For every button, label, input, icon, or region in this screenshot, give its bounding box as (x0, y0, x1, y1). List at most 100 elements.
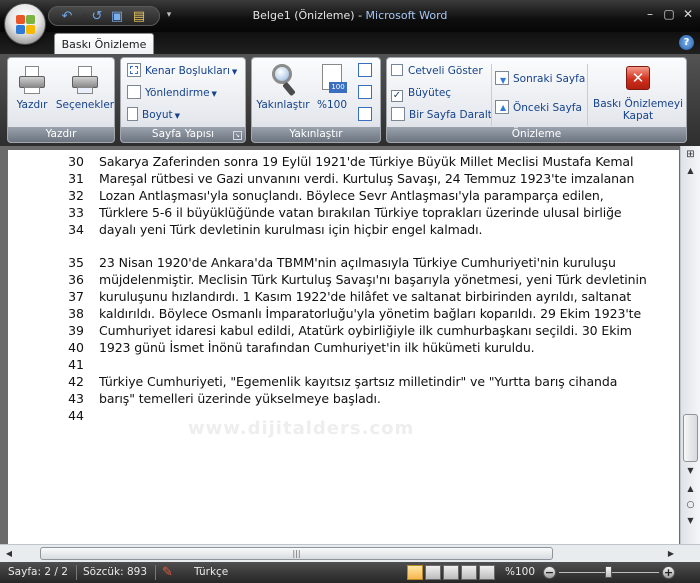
line-number: 33 (68, 205, 84, 220)
two-pages-icon[interactable] (358, 85, 372, 99)
word-count[interactable]: Sözcük: 893 (83, 562, 147, 583)
close-preview-label-line1: Baskı Önizlemeyi (593, 98, 683, 110)
margins-button[interactable]: Kenar Boşlukları ▼ (127, 62, 237, 81)
page-setup-launcher-icon[interactable]: ↘ (233, 131, 242, 140)
print-button[interactable]: Yazdır (11, 62, 53, 111)
group-label-zoom: Yakınlaştır (252, 127, 380, 142)
page-width-icon[interactable] (358, 107, 372, 121)
options-button[interactable]: Seçenekler (54, 62, 116, 111)
previous-page-button[interactable]: ▲ Önceki Sayfa (495, 99, 582, 118)
vertical-scroll-thumb[interactable] (683, 414, 698, 462)
line-number: 41 (68, 357, 84, 372)
magnifier-checkbox-box[interactable]: ✓ (391, 90, 403, 102)
scroll-right-icon[interactable]: ▶ (664, 547, 678, 560)
line-text: Lozan Antlaşması'yla sonuçlandı. Böylece… (99, 188, 604, 203)
ruler-checkbox-box[interactable] (391, 64, 403, 76)
window-title: Belge1 (Önizleme) - Microsoft Word (252, 9, 448, 22)
zoom-label: Yakınlaştır (256, 99, 310, 111)
help-icon[interactable]: ? (679, 35, 694, 50)
tab-print-preview[interactable]: Baskı Önizleme (54, 33, 154, 55)
maximize-button[interactable]: ▢ (660, 7, 678, 21)
app-name: Microsoft Word (365, 9, 448, 22)
close-preview-label-line2: Kapat (622, 110, 654, 122)
size-button[interactable]: Boyut ▼ (127, 106, 180, 125)
one-page-icon[interactable] (358, 63, 372, 77)
ruler-toggle-icon[interactable]: ⊞ (683, 148, 698, 162)
ribbon: Yazdır Seçenekler Yazdır Kenar Boşluklar… (0, 54, 700, 146)
line-number: 30 (68, 154, 84, 169)
line-number: 36 (68, 272, 84, 287)
group-page-setup: Kenar Boşlukları ▼ Yönlendirme ▼ Boyut ▼ Sa… (120, 57, 246, 143)
chevron-down-icon: ▼ (174, 112, 181, 120)
status-bar: Sayfa: 2 / 2 Sözcük: 893 ✎ Türkçe %100 −… (0, 562, 700, 583)
document-title: Belge1 (Önizleme) (252, 9, 355, 22)
group-label-print: Yazdır (8, 127, 114, 142)
zoom-button[interactable]: Yakınlaştır (254, 62, 312, 111)
horizontal-scrollbar[interactable]: ◀ ||| ▶ (0, 544, 700, 562)
zoom-slider-thumb[interactable] (605, 566, 612, 578)
office-button[interactable] (4, 3, 46, 45)
show-ruler-checkbox[interactable]: Cetveli Göster (391, 62, 483, 81)
print-label: Yazdır (16, 99, 48, 111)
magnifier-checkbox[interactable]: ✓ Büyüteç (391, 84, 451, 103)
next-page-nav-icon[interactable]: ▼ (683, 514, 698, 528)
line-number: 43 (68, 391, 84, 406)
title-bar: ↶ ▾ ↺ ▣ ▤ ▾ Belge1 (Önizleme) - Microsof… (0, 0, 700, 32)
line-text: Türkiye Cumhuriyeti, "Egemenlik kayıtsız… (99, 374, 618, 389)
line-text: 23 Nisan 1920'de Ankara'da TBMM'nin açıl… (99, 255, 616, 270)
group-zoom: Yakınlaştır 100 %100 Yakınlaştır (251, 57, 381, 143)
previous-page-icon: ▲ (495, 100, 509, 114)
page-size-icon (127, 107, 138, 121)
document-area: www.dijitalders.com 30 Sakarya Zaferinden… (0, 146, 700, 562)
printer-icon (16, 62, 48, 96)
chevron-down-icon: ▼ (211, 90, 217, 98)
horizontal-scroll-thumb[interactable]: ||| (40, 547, 553, 560)
line-text: Mareşal rütbesi ve Gazi unvanını verdi. … (99, 171, 635, 186)
line-text: Cumhuriyet idaresi kabul edildi, Atatürk… (99, 323, 632, 338)
language[interactable]: Türkçe (194, 562, 228, 583)
page-100-icon: 100 (316, 62, 348, 96)
zoom-100-button[interactable]: 100 %100 (312, 62, 352, 111)
draft-view-icon[interactable] (479, 565, 495, 580)
previous-page-nav-icon[interactable]: ▲ (683, 482, 698, 496)
close-print-preview-button[interactable]: ✕ Baskı Önizlemeyi Kapat (590, 62, 686, 122)
line-text: dayalı yeni Türk devletinin kurulması iç… (99, 222, 483, 237)
outline-view-icon[interactable] (461, 565, 477, 580)
scroll-left-icon[interactable]: ◀ (2, 547, 16, 560)
line-number: 37 (68, 289, 84, 304)
chevron-down-icon: ▼ (231, 68, 238, 76)
office-logo-icon (16, 15, 36, 35)
vertical-scrollbar[interactable]: ⊞ ▲ ▼ ▲ ○ ▼ (680, 146, 700, 544)
margins-icon (127, 63, 141, 77)
zoom-in-button[interactable]: + (662, 566, 675, 579)
close-window-button[interactable]: ✕ (679, 7, 697, 21)
page-count[interactable]: Sayfa: 2 / 2 (8, 562, 68, 583)
line-number: 40 (68, 340, 84, 355)
web-layout-view-icon[interactable] (443, 565, 459, 580)
scroll-up-icon[interactable]: ▲ (683, 164, 698, 178)
scroll-down-icon[interactable]: ▼ (683, 464, 698, 478)
shrink-one-page-button[interactable]: Bir Sayfa Daralt (391, 106, 492, 125)
line-number: 32 (68, 188, 84, 203)
close-preview-icon: ✕ (621, 62, 655, 96)
line-text: müjdelenmiştir. Meclisin Türk Kurtuluş S… (99, 272, 647, 287)
proofing-icon[interactable]: ✎ (162, 562, 173, 583)
document-page[interactable]: www.dijitalders.com 30 Sakarya Zaferinden… (8, 150, 679, 544)
print-layout-view-icon[interactable] (407, 565, 423, 580)
line-text: Sakarya Zaferinden sonra 19 Eylül 1921'd… (99, 154, 634, 169)
options-label: Seçenekler (55, 99, 115, 111)
shrink-page-icon (391, 107, 405, 121)
minimize-button[interactable]: – (641, 7, 659, 21)
orientation-icon (127, 85, 141, 99)
line-text: kuruluşunu hızlandırdı. 1 Kasım 1922'de … (99, 289, 632, 304)
browse-object-icon[interactable]: ○ (683, 498, 698, 512)
full-screen-reading-view-icon[interactable] (425, 565, 441, 580)
orientation-button[interactable]: Yönlendirme ▼ (127, 84, 217, 103)
zoom-100-label: %100 (316, 99, 348, 111)
zoom-out-button[interactable]: − (543, 566, 556, 579)
zoom-level[interactable]: %100 (505, 562, 535, 583)
line-number: 44 (68, 408, 84, 423)
ribbon-tab-row: Baskı Önizleme ? (0, 32, 700, 55)
line-number: 35 (68, 255, 84, 270)
next-page-button[interactable]: ▼ Sonraki Sayfa (495, 70, 585, 89)
